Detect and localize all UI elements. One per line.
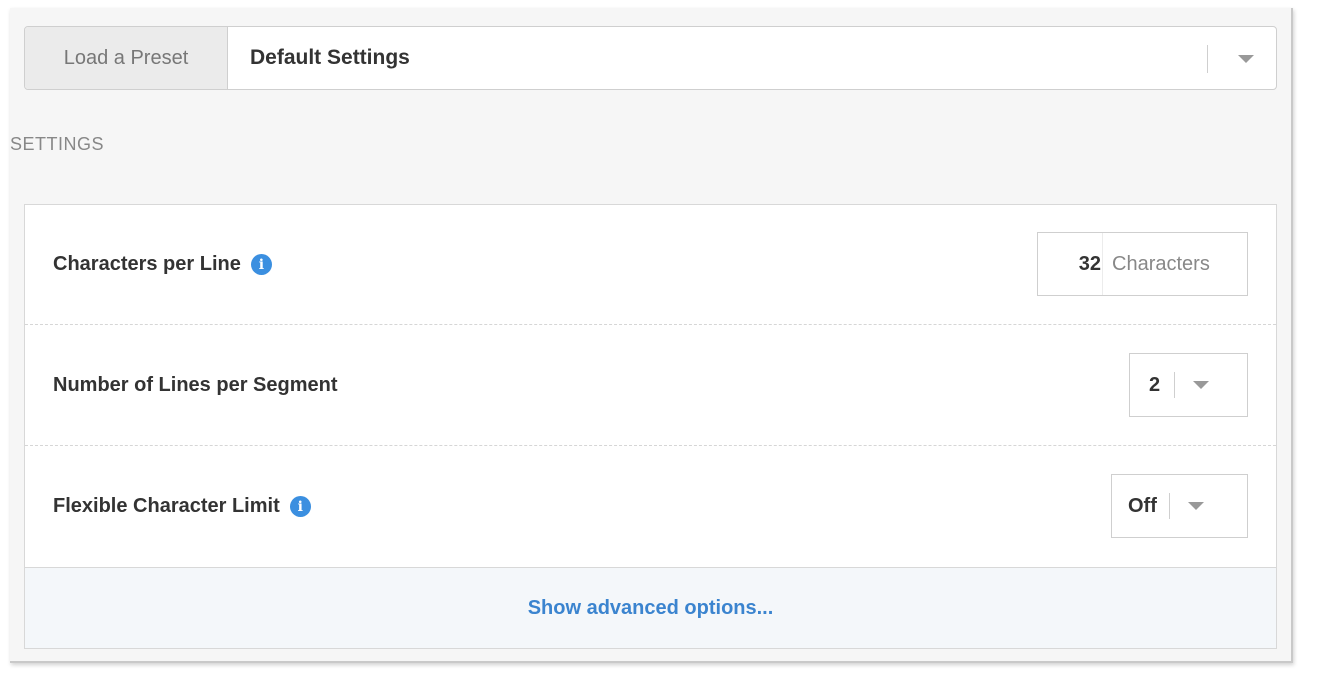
lines-per-segment-dropdown[interactable]: 2 bbox=[1129, 353, 1248, 417]
settings-card: Characters per Line i 32 Characters Numb… bbox=[24, 204, 1277, 649]
flexible-limit-value: Off bbox=[1128, 494, 1157, 517]
settings-panel: Load a Preset Default Settings SETTINGS … bbox=[10, 8, 1293, 663]
flexible-limit-dropdown[interactable]: Off bbox=[1111, 474, 1248, 538]
flexible-limit-label: Flexible Character Limit i bbox=[53, 495, 311, 518]
preset-dropdown[interactable]: Default Settings bbox=[228, 27, 1276, 89]
chars-per-line-label: Characters per Line i bbox=[53, 253, 272, 276]
lines-per-segment-value: 2 bbox=[1149, 373, 1161, 396]
dropdown-divider bbox=[1168, 493, 1170, 519]
chars-per-line-input[interactable]: 32 Characters bbox=[1037, 232, 1248, 296]
flexible-limit-label-text: Flexible Character Limit bbox=[53, 495, 280, 517]
lines-per-segment-label-text: Number of Lines per Segment bbox=[53, 373, 338, 396]
setting-row-chars-per-line: Characters per Line i 32 Characters bbox=[25, 205, 1276, 325]
setting-row-flexible-limit: Flexible Character Limit i Off bbox=[25, 446, 1276, 567]
dropdown-divider bbox=[1207, 45, 1208, 73]
preset-bar: Load a Preset Default Settings bbox=[24, 26, 1277, 90]
show-advanced-options-link[interactable]: Show advanced options... bbox=[25, 567, 1276, 648]
dropdown-divider bbox=[1174, 372, 1176, 398]
info-icon[interactable]: i bbox=[250, 254, 272, 275]
section-heading: SETTINGS bbox=[10, 134, 105, 154]
chars-per-line-unit: Characters bbox=[1112, 252, 1210, 275]
lines-per-segment-label: Number of Lines per Segment bbox=[53, 374, 338, 397]
chars-per-line-label-text: Characters per Line bbox=[53, 253, 241, 275]
chevron-down-icon[interactable] bbox=[1238, 55, 1254, 63]
load-preset-button[interactable]: Load a Preset bbox=[25, 27, 228, 89]
chevron-down-icon[interactable] bbox=[1187, 502, 1204, 510]
chevron-down-icon[interactable] bbox=[1193, 381, 1210, 389]
chars-per-line-value[interactable]: 32 bbox=[1038, 233, 1103, 295]
setting-row-lines-per-segment: Number of Lines per Segment 2 bbox=[25, 325, 1276, 446]
preset-selected-value: Default Settings bbox=[250, 46, 410, 69]
info-icon[interactable]: i bbox=[289, 496, 311, 517]
